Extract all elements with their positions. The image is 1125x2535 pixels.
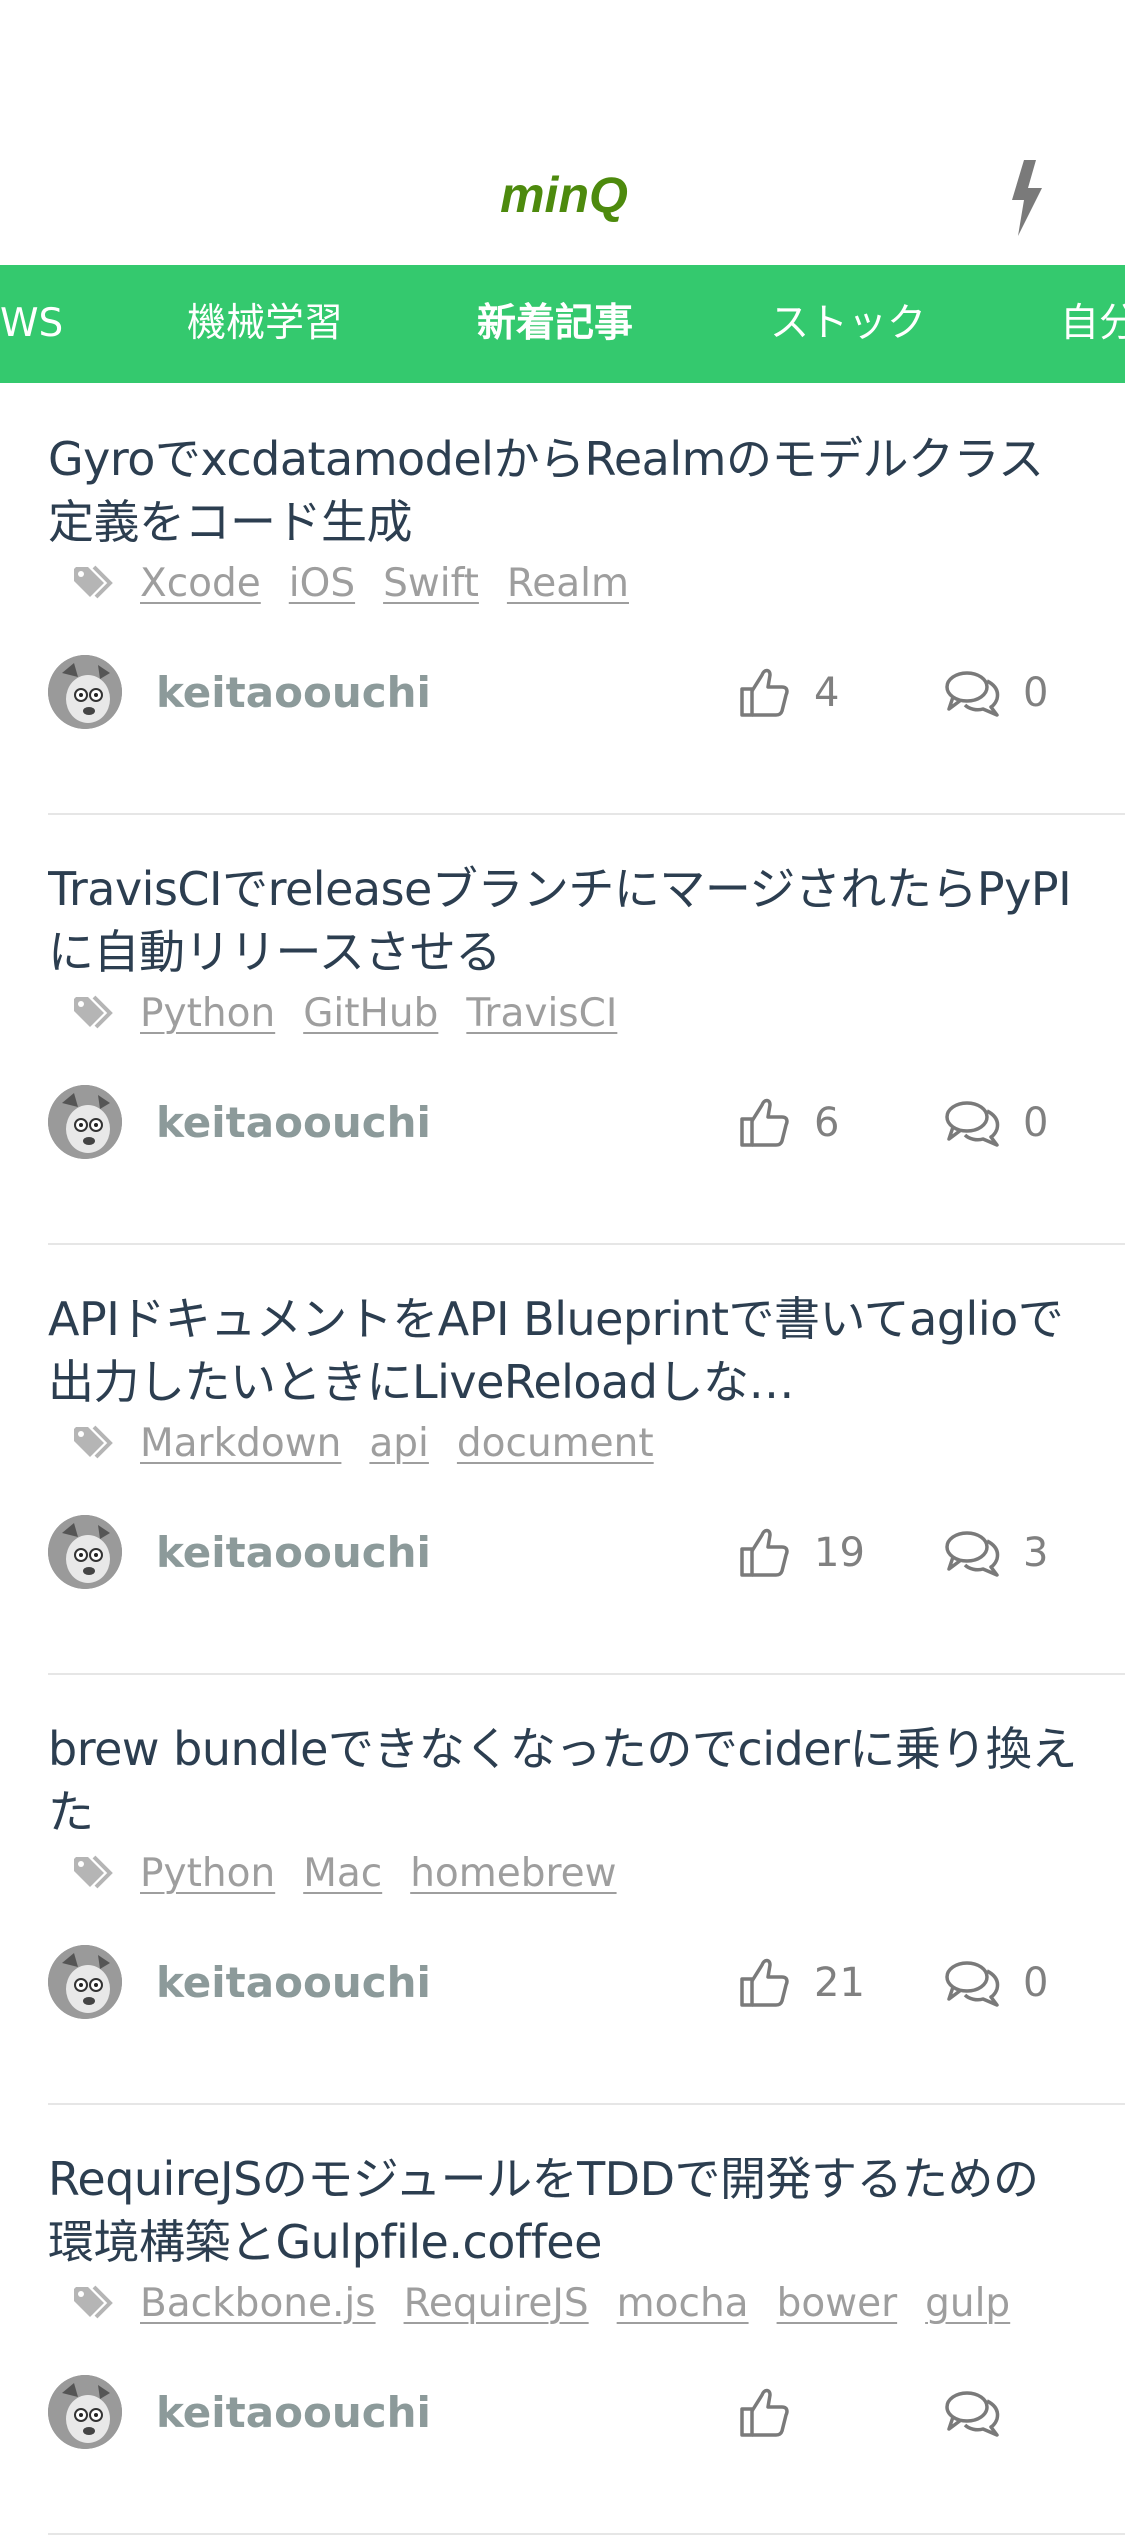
article-item[interactable]: APIドキュメントをAPI Blueprintで書いてaglioで出力したいとき… xyxy=(48,1243,1125,1675)
likes-count: 6 xyxy=(814,1100,840,1146)
app-header: minQ xyxy=(0,0,1125,265)
tag-list: Python Mac homebrew xyxy=(72,1848,645,1898)
tab-stock[interactable]: ストック xyxy=(770,265,926,383)
tag-link[interactable]: GitHub xyxy=(303,991,438,1036)
avatar[interactable] xyxy=(48,655,122,729)
tags-icon xyxy=(74,1425,113,1459)
tag-link[interactable]: TravisCI xyxy=(466,991,617,1036)
svg-text:minQ: minQ xyxy=(500,168,628,223)
avatar[interactable] xyxy=(48,2375,122,2449)
author-name[interactable]: keitaoouchi xyxy=(156,1515,431,1591)
article-title[interactable]: brew bundleできなくなったのでciderに乗り換えた xyxy=(48,1718,1078,1844)
article-meta: keitaoouchi 6 0 xyxy=(48,1085,1078,1161)
tag-link[interactable]: Xcode xyxy=(140,561,261,606)
tag-link[interactable]: Backbone.js xyxy=(140,2281,376,2326)
likes-count: 4 xyxy=(814,670,840,716)
tag-link[interactable]: Swift xyxy=(383,561,479,606)
tag-link[interactable]: bower xyxy=(777,2281,898,2326)
tag-link[interactable]: RequireJS xyxy=(404,2281,589,2326)
author-name[interactable]: keitaoouchi xyxy=(156,655,431,731)
author-name[interactable]: keitaoouchi xyxy=(156,2375,431,2451)
tag-link[interactable]: gulp xyxy=(925,2281,1010,2326)
tag-link[interactable]: mocha xyxy=(617,2281,749,2326)
thumbs-up-icon[interactable] xyxy=(738,1525,790,1579)
article-meta: keitaoouchi 4 0 xyxy=(48,655,1078,731)
article-title[interactable]: GyroでxcdatamodelからRealmのモデルクラス定義をコード生成 xyxy=(48,428,1078,554)
article-meta: keitaoouchi 19 3 xyxy=(48,1515,1078,1591)
thumbs-up-icon[interactable] xyxy=(738,665,790,719)
tag-link[interactable]: Mac xyxy=(303,1851,382,1896)
article-title[interactable]: TravisCIでreleaseブランチにマージされたらPyPIに自動リリースさ… xyxy=(48,858,1078,984)
tab-mine[interactable]: 自分 xyxy=(1060,265,1125,383)
article-item[interactable]: RequireJSのモジュールをTDDで開発するための環境構築とGulpfile… xyxy=(48,2103,1125,2535)
tab-new-articles[interactable]: 新着記事 xyxy=(477,265,633,383)
avatar[interactable] xyxy=(48,1515,122,1589)
comments-count: 0 xyxy=(1023,1100,1049,1146)
tag-list: Backbone.js RequireJS mocha bower gulp xyxy=(72,2278,1038,2328)
tag-list: Python GitHub TravisCI xyxy=(72,988,645,1038)
author-name[interactable]: keitaoouchi xyxy=(156,1085,431,1161)
article-item[interactable]: TravisCIでreleaseブランチにマージされたらPyPIに自動リリースさ… xyxy=(48,813,1125,1245)
article-meta: keitaoouchi 21 0 xyxy=(48,1945,1078,2021)
minq-logo: minQ xyxy=(500,168,628,223)
comments-icon[interactable] xyxy=(943,1529,1001,1577)
tag-link[interactable]: Markdown xyxy=(140,1421,341,1466)
tag-link[interactable]: homebrew xyxy=(410,1851,616,1896)
avatar[interactable] xyxy=(48,1085,122,1159)
tag-link[interactable]: Python xyxy=(140,1851,275,1896)
tags-icon xyxy=(74,995,113,1029)
tags-icon xyxy=(74,2285,113,2319)
article-title[interactable]: APIドキュメントをAPI Blueprintで書いてaglioで出力したいとき… xyxy=(48,1288,1078,1414)
comments-count: 0 xyxy=(1023,670,1049,716)
comments-icon[interactable] xyxy=(943,2389,1001,2437)
likes-count: 19 xyxy=(814,1530,865,1576)
tag-link[interactable]: Realm xyxy=(507,561,629,606)
tag-link[interactable]: Python xyxy=(140,991,275,1036)
comments-icon[interactable] xyxy=(943,669,1001,717)
tags-icon xyxy=(74,1855,113,1889)
thumbs-up-icon[interactable] xyxy=(738,1095,790,1149)
article-item[interactable]: GyroでxcdatamodelからRealmのモデルクラス定義をコード生成 Xc… xyxy=(48,383,1125,815)
category-tab-bar: WS 機械学習 新着記事 ストック 自分 xyxy=(0,265,1125,383)
avatar[interactable] xyxy=(48,1945,122,2019)
tag-link[interactable]: document xyxy=(457,1421,654,1466)
tags-icon xyxy=(74,565,113,599)
lightning-bolt-icon[interactable] xyxy=(1002,158,1052,238)
tab-news[interactable]: WS xyxy=(0,265,63,383)
article-title[interactable]: RequireJSのモジュールをTDDで開発するための環境構築とGulpfile… xyxy=(48,2148,1078,2274)
author-name[interactable]: keitaoouchi xyxy=(156,1945,431,2021)
article-item[interactable]: brew bundleできなくなったのでciderに乗り換えた Python Mac… xyxy=(48,1673,1125,2105)
thumbs-up-icon[interactable] xyxy=(738,2385,790,2439)
comments-count: 3 xyxy=(1023,1530,1049,1576)
comments-icon[interactable] xyxy=(943,1959,1001,2007)
article-meta: keitaoouchi xyxy=(48,2375,1078,2451)
tag-link[interactable]: iOS xyxy=(289,561,355,606)
comments-count: 0 xyxy=(1023,1960,1049,2006)
thumbs-up-icon[interactable] xyxy=(738,1955,790,2009)
comments-icon[interactable] xyxy=(943,1099,1001,1147)
tag-list: Markdown api document xyxy=(72,1418,682,1468)
tab-machine-learning[interactable]: 機械学習 xyxy=(187,265,343,383)
tag-link[interactable]: api xyxy=(369,1421,429,1466)
tag-list: Xcode iOS Swift Realm xyxy=(72,558,657,608)
likes-count: 21 xyxy=(814,1960,865,2006)
